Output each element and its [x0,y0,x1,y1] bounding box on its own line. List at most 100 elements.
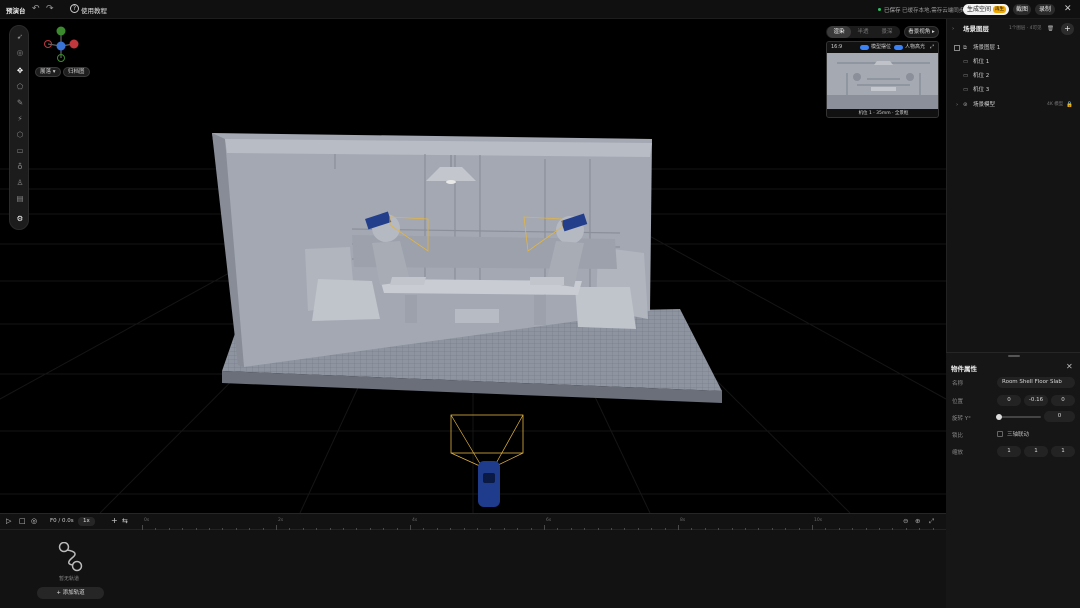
scale-z-input[interactable]: 1 [1051,446,1075,457]
help-icon[interactable]: ? [70,4,79,13]
tab-render[interactable]: 渲染 [827,26,851,38]
view-angle-button[interactable]: 看景视角 ▸ [904,26,939,38]
rotation-input[interactable]: 0 [1044,411,1075,422]
time-tick-label: 0s [144,518,150,523]
time-tick-mark [168,528,170,530]
camera-view-header: 渲染 半透 景深 看景视角 ▸ [826,26,939,42]
time-tick-mark [182,528,184,530]
time-tick-mark [624,528,626,530]
rotation-slider[interactable] [996,414,1041,420]
orientation-gizmo[interactable] [42,25,82,63]
camera-item-2[interactable]: ▭ 机位 2 [947,69,1080,83]
position-x-input[interactable]: 0 [997,395,1021,406]
top-bar: 预演台 ↶ ↷ ? 使用教程 已保存 已缓存本地,需存云端同步 生成空间 再生 … [0,0,1080,19]
lock-ratio-option: 三轴联动 [1007,432,1030,438]
expand-chip[interactable]: 展落 ▾ [35,67,61,77]
position-z-input[interactable]: 0 [1051,395,1075,406]
time-tick-mark [812,525,813,530]
time-tick-label: 10s [814,518,823,523]
name-input[interactable]: Room Shell Floor Slab [997,377,1075,388]
app-title: 预演台 [6,7,26,15]
tutorial-link[interactable]: 使用教程 [81,5,107,15]
time-tick-mark [262,528,264,530]
expand-icon[interactable]: ⤢ [930,42,934,53]
camera-icon: ▭ [963,73,969,79]
screenshot-button[interactable]: 截图 [1013,4,1031,15]
shape-tool-icon[interactable]: ⬠ [10,82,30,92]
timeline-toolbar: ▷ □ ◎ F0 / 0.0s 1x + ⇆ 0s 2s 4s 6s 8s 10s ⊖ ⊕… [0,514,946,530]
aspect-ratio[interactable]: 16:9 [831,42,842,53]
preview-render [827,53,938,109]
collapse-icon[interactable]: › [952,22,954,36]
rotation-slider-knob[interactable] [996,414,1002,420]
model-toggle[interactable] [860,45,869,50]
light-tool-icon[interactable]: ⚡ [10,114,30,124]
time-tick-mark [142,525,143,530]
expand-chevron-icon[interactable]: › [956,98,958,112]
sketch-chip[interactable]: 归档图 [63,67,90,77]
scale-y-input[interactable]: 1 [1024,446,1048,457]
loop-icon[interactable]: ◎ [31,517,37,525]
3d-viewport[interactable]: 展落 ▾ 归档图 ➹ ◎ ✥ ⬠ ✎ ⚡ ⬡ ▭ ♁ ♙ ▤ ⚙ 渲染 半透 景… [0,19,946,513]
cube-tool-icon[interactable]: ⬡ [10,130,30,140]
face-toggle[interactable] [894,45,903,50]
time-tick-mark [544,525,545,530]
image-tool-icon[interactable]: ▤ [10,194,30,204]
close-icon[interactable]: ✕ [1066,362,1073,371]
camera-preview[interactable]: 16:9 模型摆位 人物高光 ⤢ 机位 1 · 35mm · 全景框 [826,41,939,118]
add-keyframe-icon[interactable]: + [111,516,118,525]
position-y-input[interactable]: -0.16 [1024,395,1048,406]
scale-x-input[interactable]: 1 [997,446,1021,457]
figure-tool-icon[interactable]: ♙ [10,178,30,188]
preview-caption: 机位 1 · 35mm · 全景框 [827,109,938,117]
lock-ratio-checkbox[interactable] [997,431,1003,437]
orbit-tool-icon[interactable]: ◎ [10,48,30,58]
record-button[interactable]: 录制 [1035,4,1055,15]
undo-icon[interactable]: ↶ [32,4,40,14]
time-tick-mark [477,528,478,530]
time-tick-mark [637,528,639,530]
select-tool-icon[interactable]: ➹ [10,32,30,42]
camera-tool-icon[interactable]: ▭ [10,146,30,156]
camera-label: 机位 3 [973,87,990,93]
rotation-label: 旋转 Y° [952,416,971,422]
lock-ratio-label: 锁比 [952,433,964,439]
close-icon[interactable]: ✕ [1064,4,1072,14]
swap-icon[interactable]: ⇆ [122,517,128,525]
zoom-out-icon[interactable]: ⊖ [903,517,908,525]
time-tick-mark [731,528,733,530]
active-camera[interactable] [450,414,524,507]
redo-icon[interactable]: ↷ [46,4,54,14]
play-icon[interactable]: ▷ [6,517,11,525]
brush-tool-icon[interactable]: ✎ [10,98,30,108]
model-item[interactable]: › ⊛ 场景模型 4K 模型 🔒 [947,98,1080,112]
fit-icon[interactable]: ⤢ [929,517,934,526]
camera-item-3[interactable]: ▭ 机位 3 [947,83,1080,97]
time-tick-mark [691,528,693,530]
stop-icon[interactable]: □ [19,517,26,525]
layer-item[interactable]: ⧉ 场景图层 1 [947,41,1080,55]
drag-handle[interactable] [1008,355,1020,357]
delete-icon[interactable]: 🗑 [1047,22,1054,36]
generate-space-button[interactable]: 生成空间 再生 [963,4,1009,15]
layer-label: 场景图层 1 [973,45,1001,51]
time-tick-mark [597,528,599,530]
camera-item-1[interactable]: ▭ 机位 1 [947,55,1080,69]
move-tool-icon[interactable]: ✥ [10,64,30,78]
layer-checkbox[interactable] [954,45,960,51]
lamp-tool-icon[interactable]: ♁ [10,162,30,172]
zoom-in-icon[interactable]: ⊕ [915,517,920,525]
add-layer-icon[interactable]: + [1061,23,1074,35]
speed-select[interactable]: 1x [78,517,95,526]
time-tick-mark [905,528,907,530]
settings-tool-icon[interactable]: ⚙ [10,212,30,226]
layers-icon: ⧉ [963,45,967,51]
lock-icon[interactable]: 🔒 [1066,98,1073,112]
add-track-button[interactable]: + 添加轨道 [37,587,104,599]
time-tick-mark [195,528,197,530]
tab-translucent[interactable]: 半透 [851,26,875,38]
time-tick-mark [356,528,358,530]
time-tick-mark [369,528,371,530]
tab-depth[interactable]: 景深 [875,26,899,38]
time-tick-mark [932,528,934,530]
